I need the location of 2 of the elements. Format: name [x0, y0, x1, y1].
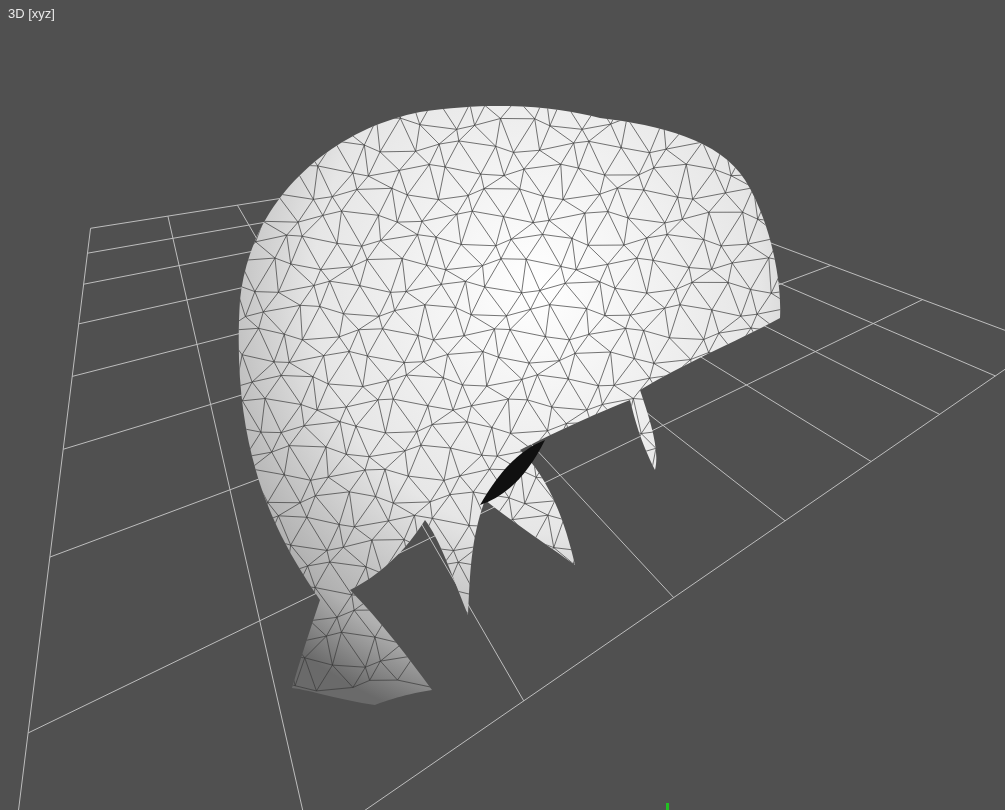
viewport-label: 3D [xyz]: [8, 5, 55, 23]
axis-indicator-icon: [666, 803, 669, 810]
